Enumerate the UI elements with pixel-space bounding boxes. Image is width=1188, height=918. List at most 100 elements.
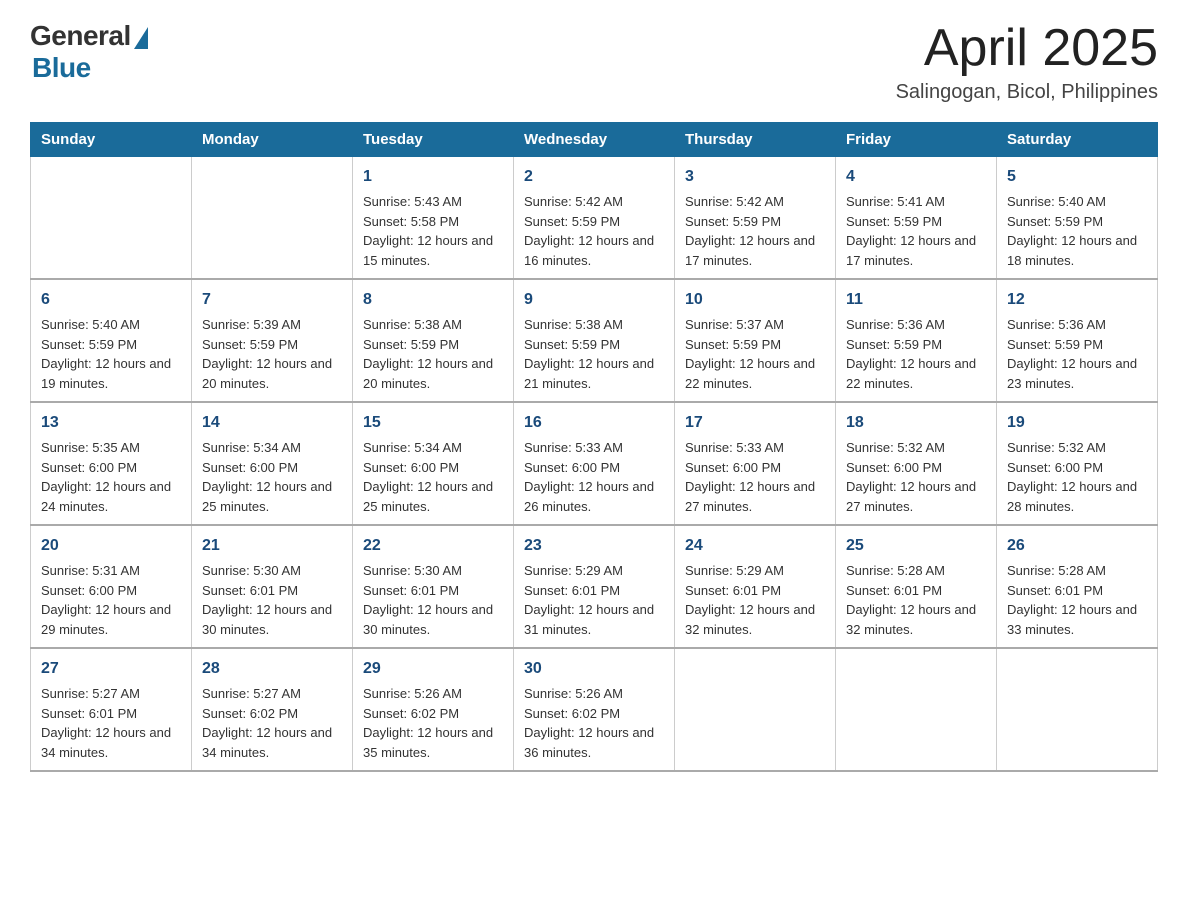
calendar-cell: 14 Sunrise: 5:34 AM Sunset: 6:00 PM Dayli… [192,402,353,525]
day-info: Sunrise: 5:33 AM Sunset: 6:00 PM Dayligh… [685,438,825,516]
day-number: 23 [524,534,664,558]
calendar-cell: 10Sunrise: 5:37 AM Sunset: 5:59 PM Dayli… [675,279,836,402]
day-number: 28 [202,657,342,681]
calendar-cell: 29 Sunrise: 5:26 AM Sunset: 6:02 PM Dayli… [353,648,514,771]
day-number: 10 [685,288,825,312]
day-number: 1 [363,165,503,189]
day-info: Sunrise: 5:29 AM Sunset: 6:01 PM Dayligh… [685,561,825,639]
calendar-cell: 23 Sunrise: 5:29 AM Sunset: 6:01 PM Dayli… [514,525,675,648]
day-info: Sunrise: 5:27 AM Sunset: 6:01 PM Dayligh… [41,684,181,762]
day-info: Sunrise: 5:34 AM Sunset: 6:00 PM Dayligh… [363,438,503,516]
day-info: Sunrise: 5:36 AM Sunset: 5:59 PM Dayligh… [846,315,986,393]
day-number: 24 [685,534,825,558]
day-info: Sunrise: 5:42 AM Sunset: 5:59 PM Dayligh… [685,192,825,270]
day-info: Sunrise: 5:41 AM Sunset: 5:59 PM Dayligh… [846,192,986,270]
day-info: Sunrise: 5:42 AM Sunset: 5:59 PM Dayligh… [524,192,664,270]
calendar-cell: 20 Sunrise: 5:31 AM Sunset: 6:00 PM Dayli… [31,525,192,648]
day-info: Sunrise: 5:28 AM Sunset: 6:01 PM Dayligh… [846,561,986,639]
calendar-week-row: 13 Sunrise: 5:35 AM Sunset: 6:00 PM Dayli… [31,402,1158,525]
calendar-cell: 3 Sunrise: 5:42 AM Sunset: 5:59 PM Daylig… [675,157,836,280]
calendar-cell: 8Sunrise: 5:38 AM Sunset: 5:59 PM Daylig… [353,279,514,402]
day-number: 30 [524,657,664,681]
calendar-cell [192,157,353,280]
calendar-cell: 25 Sunrise: 5:28 AM Sunset: 6:01 PM Dayli… [836,525,997,648]
calendar-cell: 1Sunrise: 5:43 AM Sunset: 5:58 PM Daylig… [353,157,514,280]
day-number: 22 [363,534,503,558]
day-info: Sunrise: 5:30 AM Sunset: 6:01 PM Dayligh… [363,561,503,639]
calendar-cell [997,648,1158,771]
logo-general-text: General [30,20,131,52]
day-number: 26 [1007,534,1147,558]
calendar-cell: 12Sunrise: 5:36 AM Sunset: 5:59 PM Dayli… [997,279,1158,402]
day-info: Sunrise: 5:38 AM Sunset: 5:59 PM Dayligh… [363,315,503,393]
day-info: Sunrise: 5:26 AM Sunset: 6:02 PM Dayligh… [524,684,664,762]
calendar-cell: 13 Sunrise: 5:35 AM Sunset: 6:00 PM Dayli… [31,402,192,525]
page-title: April 2025 [896,20,1158,77]
calendar-header-sunday: Sunday [31,123,192,157]
calendar-cell: 7Sunrise: 5:39 AM Sunset: 5:59 PM Daylig… [192,279,353,402]
day-number: 11 [846,288,986,312]
day-number: 6 [41,288,181,312]
calendar-cell: 15 Sunrise: 5:34 AM Sunset: 6:00 PM Dayli… [353,402,514,525]
calendar-cell: 21Sunrise: 5:30 AM Sunset: 6:01 PM Dayli… [192,525,353,648]
calendar-cell: 26 Sunrise: 5:28 AM Sunset: 6:01 PM Dayli… [997,525,1158,648]
day-info: Sunrise: 5:28 AM Sunset: 6:01 PM Dayligh… [1007,561,1147,639]
calendar-cell: 2 Sunrise: 5:42 AM Sunset: 5:59 PM Daylig… [514,157,675,280]
calendar-cell: 28 Sunrise: 5:27 AM Sunset: 6:02 PM Dayli… [192,648,353,771]
day-info: Sunrise: 5:33 AM Sunset: 6:00 PM Dayligh… [524,438,664,516]
day-number: 5 [1007,165,1147,189]
calendar-cell: 17 Sunrise: 5:33 AM Sunset: 6:00 PM Dayli… [675,402,836,525]
logo-triangle-icon [134,27,148,49]
logo: General Blue [30,20,148,84]
calendar-cell: 4 Sunrise: 5:41 AM Sunset: 5:59 PM Daylig… [836,157,997,280]
calendar-header-monday: Monday [192,123,353,157]
day-info: Sunrise: 5:29 AM Sunset: 6:01 PM Dayligh… [524,561,664,639]
day-info: Sunrise: 5:35 AM Sunset: 6:00 PM Dayligh… [41,438,181,516]
day-info: Sunrise: 5:31 AM Sunset: 6:00 PM Dayligh… [41,561,181,639]
day-info: Sunrise: 5:27 AM Sunset: 6:02 PM Dayligh… [202,684,342,762]
calendar-week-row: 27Sunrise: 5:27 AM Sunset: 6:01 PM Dayli… [31,648,1158,771]
day-info: Sunrise: 5:32 AM Sunset: 6:00 PM Dayligh… [1007,438,1147,516]
day-number: 18 [846,411,986,435]
calendar-cell [836,648,997,771]
day-number: 25 [846,534,986,558]
day-info: Sunrise: 5:32 AM Sunset: 6:00 PM Dayligh… [846,438,986,516]
day-number: 7 [202,288,342,312]
day-info: Sunrise: 5:34 AM Sunset: 6:00 PM Dayligh… [202,438,342,516]
calendar-table: SundayMondayTuesdayWednesdayThursdayFrid… [30,122,1158,772]
calendar-cell: 5 Sunrise: 5:40 AM Sunset: 5:59 PM Daylig… [997,157,1158,280]
day-number: 16 [524,411,664,435]
day-number: 29 [363,657,503,681]
calendar-cell: 30 Sunrise: 5:26 AM Sunset: 6:02 PM Dayli… [514,648,675,771]
calendar-header-thursday: Thursday [675,123,836,157]
calendar-week-row: 6 Sunrise: 5:40 AM Sunset: 5:59 PM Daylig… [31,279,1158,402]
calendar-cell: 24 Sunrise: 5:29 AM Sunset: 6:01 PM Dayli… [675,525,836,648]
day-number: 14 [202,411,342,435]
calendar-cell: 16 Sunrise: 5:33 AM Sunset: 6:00 PM Dayli… [514,402,675,525]
day-number: 9 [524,288,664,312]
day-number: 4 [846,165,986,189]
page-subtitle: Salingogan, Bicol, Philippines [896,81,1158,104]
day-number: 21 [202,534,342,558]
calendar-header-row: SundayMondayTuesdayWednesdayThursdayFrid… [31,123,1158,157]
page-header: General Blue April 2025 Salingogan, Bico… [30,20,1158,104]
day-number: 17 [685,411,825,435]
day-info: Sunrise: 5:40 AM Sunset: 5:59 PM Dayligh… [1007,192,1147,270]
calendar-header-tuesday: Tuesday [353,123,514,157]
calendar-cell: 27Sunrise: 5:27 AM Sunset: 6:01 PM Dayli… [31,648,192,771]
day-number: 19 [1007,411,1147,435]
calendar-cell [675,648,836,771]
day-number: 20 [41,534,181,558]
day-number: 13 [41,411,181,435]
calendar-cell: 11 Sunrise: 5:36 AM Sunset: 5:59 PM Dayli… [836,279,997,402]
calendar-header-friday: Friday [836,123,997,157]
day-info: Sunrise: 5:36 AM Sunset: 5:59 PM Dayligh… [1007,315,1147,393]
calendar-cell: 22 Sunrise: 5:30 AM Sunset: 6:01 PM Dayli… [353,525,514,648]
day-info: Sunrise: 5:40 AM Sunset: 5:59 PM Dayligh… [41,315,181,393]
day-number: 15 [363,411,503,435]
day-number: 3 [685,165,825,189]
day-info: Sunrise: 5:26 AM Sunset: 6:02 PM Dayligh… [363,684,503,762]
day-number: 2 [524,165,664,189]
title-section: April 2025 Salingogan, Bicol, Philippine… [896,20,1158,104]
calendar-week-row: 1Sunrise: 5:43 AM Sunset: 5:58 PM Daylig… [31,157,1158,280]
